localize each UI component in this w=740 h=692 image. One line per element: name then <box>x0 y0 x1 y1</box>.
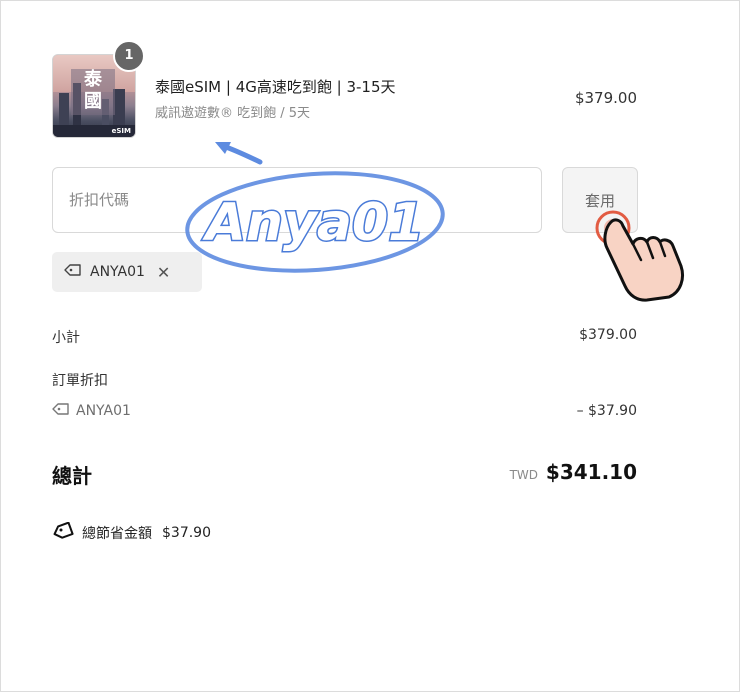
savings-label: 總節省金額 <box>82 526 152 542</box>
tag-icon <box>52 402 70 420</box>
product-price: $379.00 <box>574 89 637 107</box>
total-savings: 總節省金額 $37.90 <box>52 521 211 544</box>
apply-discount-button[interactable]: 套用 <box>562 167 638 233</box>
discount-code-line: ANYA01 <box>52 402 131 420</box>
quantity-badge: 1 <box>113 40 145 72</box>
discount-code-text: ANYA01 <box>76 403 131 419</box>
order-discount-label: 訂單折扣 <box>52 373 108 389</box>
savings-tag-icon <box>52 521 74 544</box>
thumbnail-brand: eSIM <box>111 127 131 135</box>
thumbnail-caption: 泰 國 <box>71 69 115 115</box>
applied-discount-chip: ANYA01 ✕ <box>52 252 202 292</box>
subtotal-value: $379.00 <box>579 327 637 343</box>
tag-icon <box>64 263 82 281</box>
remove-discount-icon[interactable]: ✕ <box>157 263 170 282</box>
applied-code-label: ANYA01 <box>90 264 145 280</box>
total-value: $341.10 <box>545 460 637 484</box>
discount-value: – $37.90 <box>576 403 637 419</box>
total-label: 總計 <box>52 464 92 488</box>
savings-value: $37.90 <box>162 525 211 541</box>
product-title: 泰國eSIM | 4G高速吃到飽 | 3-15天 <box>155 78 396 96</box>
subtotal-label: 小計 <box>52 330 80 346</box>
discount-code-input[interactable] <box>52 167 542 233</box>
product-variant: 威訊遨遊數® 吃到飽 / 5天 <box>155 106 311 121</box>
currency-code: TWD <box>509 468 538 482</box>
